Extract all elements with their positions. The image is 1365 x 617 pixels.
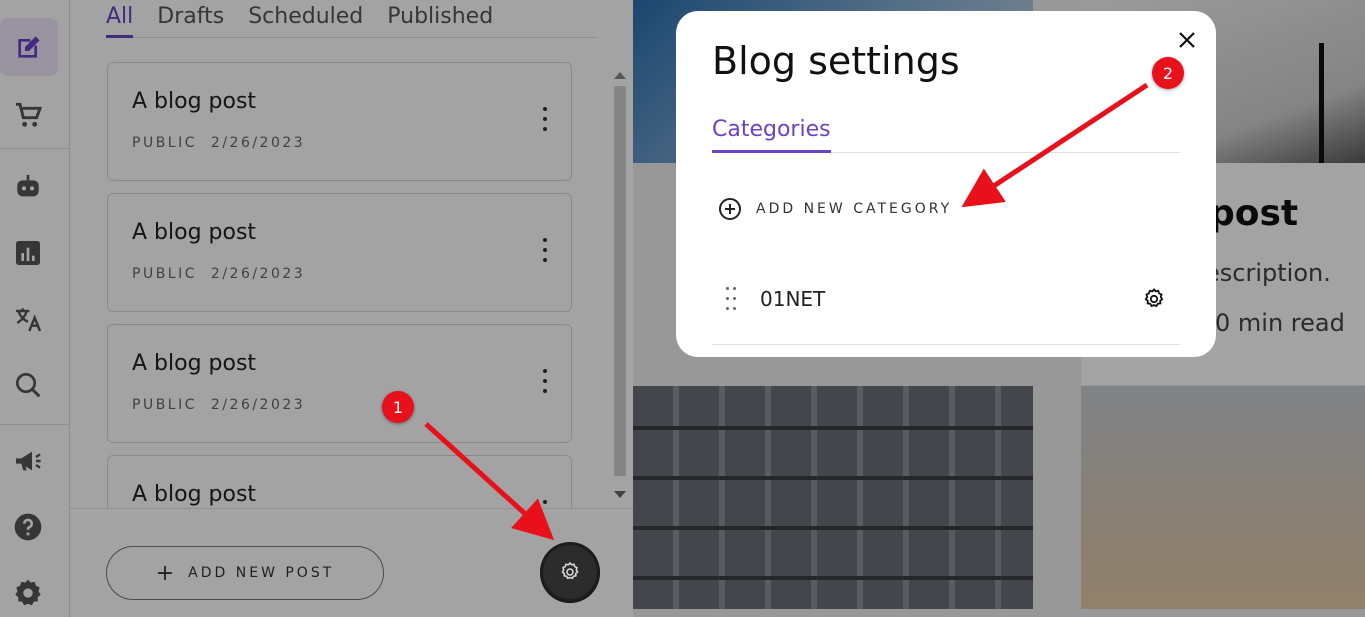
add-new-category-button[interactable]: ADD NEW CATEGORY (718, 197, 952, 221)
add-circle-icon (719, 198, 741, 220)
dialog-title: Blog settings (712, 39, 960, 83)
gear-icon (561, 561, 579, 580)
close-button[interactable] (1172, 25, 1202, 55)
category-name: 01NET (760, 287, 826, 311)
blog-settings-fab[interactable] (543, 545, 597, 599)
category-row: 01NET (712, 269, 1180, 345)
close-icon (1179, 32, 1195, 48)
annotation-badge: 2 (1152, 57, 1184, 89)
blog-settings-dialog: Blog settings Categories ADD NEW CATEGOR… (676, 11, 1216, 357)
tab-categories[interactable]: Categories (712, 113, 831, 153)
category-settings-button[interactable] (1142, 287, 1166, 311)
dialog-tabs: Categories (712, 113, 1180, 153)
add-new-category-label: ADD NEW CATEGORY (756, 201, 953, 217)
annotation-badge: 1 (382, 391, 414, 423)
gear-icon (1144, 288, 1164, 308)
drag-handle-icon[interactable] (724, 287, 738, 311)
